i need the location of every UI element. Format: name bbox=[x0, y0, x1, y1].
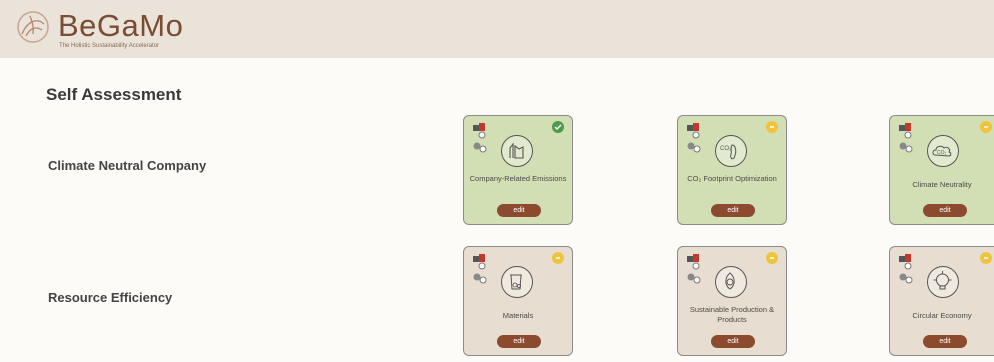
app-header: BeGaMo The Holistic Sustainability Accel… bbox=[0, 0, 994, 58]
card-title: Sustainable Production & Products bbox=[689, 305, 775, 324]
edit-button[interactable]: edit bbox=[923, 335, 967, 348]
section-label-climate: Climate Neutral Company bbox=[48, 158, 207, 173]
pending-status-icon bbox=[766, 252, 778, 264]
complete-check-icon bbox=[552, 121, 564, 133]
factory-icon bbox=[501, 135, 533, 167]
category-mini-icons bbox=[687, 254, 701, 284]
svg-text:CO₂: CO₂ bbox=[720, 146, 732, 152]
category-mini-icons bbox=[899, 123, 913, 153]
assessment-card: Materials edit bbox=[463, 246, 573, 356]
footprint-icon: CO₂ bbox=[715, 135, 747, 167]
pending-status-icon bbox=[766, 121, 778, 133]
pending-status-icon bbox=[980, 252, 992, 264]
assessment-card: Circular Economy edit bbox=[889, 246, 994, 356]
co2-cloud-icon: CO₂ bbox=[927, 135, 959, 167]
edit-button[interactable]: edit bbox=[923, 204, 967, 217]
svg-text:CO₂: CO₂ bbox=[937, 150, 947, 156]
gear-bulb-icon bbox=[927, 266, 959, 298]
card-title: CO₂ Footprint Optimization bbox=[687, 174, 777, 183]
brand-name[interactable]: BeGaMo bbox=[58, 8, 183, 44]
logo-icon bbox=[17, 11, 49, 43]
category-mini-icons bbox=[473, 123, 487, 153]
card-title: Materials bbox=[502, 311, 534, 320]
brand-tagline: The Holistic Sustainability Accelerator bbox=[59, 43, 160, 49]
edit-button[interactable]: edit bbox=[497, 204, 541, 217]
category-mini-icons bbox=[687, 123, 701, 153]
assessment-card: Company-Related Emissions edit bbox=[463, 115, 573, 225]
section-label-resource: Resource Efficiency bbox=[48, 290, 173, 305]
bin-recycle-icon bbox=[501, 266, 533, 298]
edit-button[interactable]: edit bbox=[497, 335, 541, 348]
page-title: Self Assessment bbox=[46, 85, 182, 104]
card-title: Climate Neutrality bbox=[912, 180, 972, 189]
pending-status-icon bbox=[552, 252, 564, 264]
category-mini-icons bbox=[473, 254, 487, 284]
assessment-card: Sustainable Production & Products edit bbox=[677, 246, 787, 356]
assessment-card: CO₂ Climate Neutrality edit bbox=[889, 115, 994, 225]
edit-button[interactable]: edit bbox=[711, 204, 755, 217]
category-mini-icons bbox=[899, 254, 913, 284]
card-title: Company-Related Emissions bbox=[469, 174, 567, 183]
leaf-recycle-icon bbox=[715, 266, 747, 298]
card-title: Circular Economy bbox=[912, 311, 972, 320]
assessment-card: CO₂ CO₂ Footprint Optimization edit bbox=[677, 115, 787, 225]
pending-status-icon bbox=[980, 121, 992, 133]
edit-button[interactable]: edit bbox=[711, 335, 755, 348]
